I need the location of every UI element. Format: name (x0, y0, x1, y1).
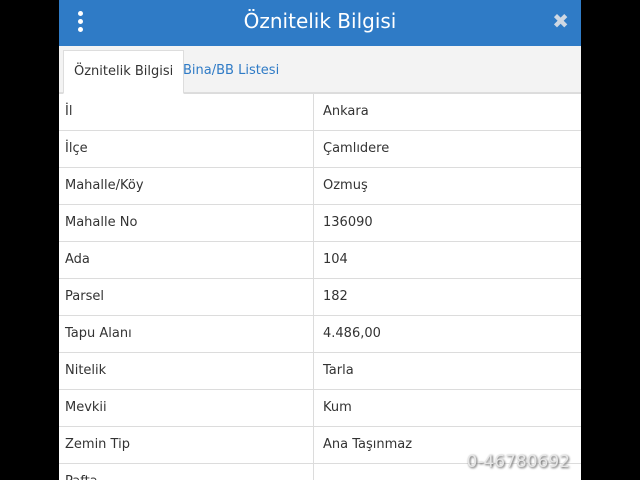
table-row: Mahalle No 136090 (59, 205, 581, 242)
table-row: Mahalle/Köy Ozmuş (59, 168, 581, 205)
attribute-key: Tapu Alanı (59, 316, 314, 352)
attribute-value: 136090 (323, 215, 373, 230)
attribute-key: Pafta (59, 464, 314, 480)
attribute-value: Ozmuş (323, 178, 368, 193)
tab-attribute-info[interactable]: Öznitelik Bilgisi (63, 50, 185, 94)
attribute-table: İl Ankara İlçe Çamlıdere Mahalle/Köy Ozm… (59, 93, 581, 480)
table-row: Tapu Alanı 4.486,00 (59, 316, 581, 353)
attribute-value: Ankara (323, 104, 369, 119)
panel-title: Öznitelik Bilgisi (243, 9, 397, 33)
table-row: İl Ankara (59, 93, 581, 131)
watermark-text: 0-46780692 (466, 452, 570, 472)
attribute-key: Nitelik (59, 353, 314, 389)
table-row: Nitelik Tarla (59, 353, 581, 390)
table-row: Mevkii Kum (59, 390, 581, 427)
attribute-key: Mahalle No (59, 205, 314, 241)
table-row: Parsel 182 (59, 279, 581, 316)
attribute-key: Ada (59, 242, 314, 278)
panel-header: Öznitelik Bilgisi ✖ (59, 0, 581, 46)
tab-bar: Öznitelik Bilgisi Bina/BB Listesi (59, 46, 581, 94)
attribute-value: Tarla (323, 363, 354, 378)
attribute-key: Zemin Tip (59, 427, 314, 463)
attribute-value: 104 (323, 252, 348, 267)
attribute-value: Çamlıdere (323, 141, 390, 156)
attribute-value: 182 (323, 289, 348, 304)
attribute-value: 4.486,00 (323, 326, 381, 341)
table-row: İlçe Çamlıdere (59, 131, 581, 168)
tab-building-list[interactable]: Bina/BB Listesi (173, 50, 289, 92)
table-row: Ada 104 (59, 242, 581, 279)
attribute-key: İl (59, 94, 314, 130)
attribute-key: Mahalle/Köy (59, 168, 314, 204)
attribute-key: Parsel (59, 279, 314, 315)
close-icon[interactable]: ✖ (552, 9, 569, 33)
attribute-key: Mevkii (59, 390, 314, 426)
attribute-value: Kum (323, 400, 352, 415)
attribute-panel: Öznitelik Bilgisi ✖ Öznitelik Bilgisi Bi… (59, 0, 581, 480)
attribute-key: İlçe (59, 131, 314, 167)
